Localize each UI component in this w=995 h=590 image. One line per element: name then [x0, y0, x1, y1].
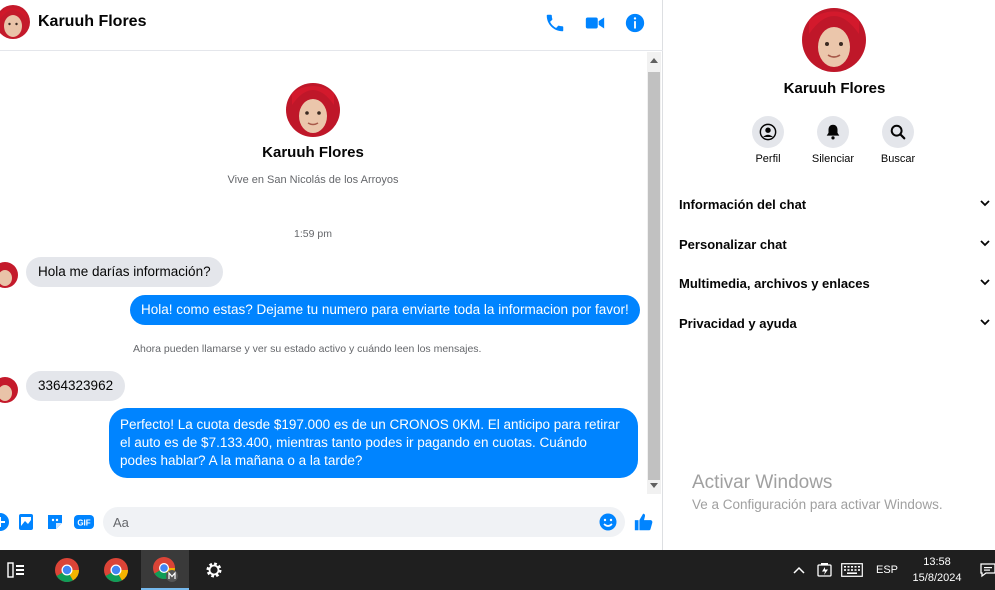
message-avatar — [0, 262, 18, 288]
search-icon — [882, 116, 914, 148]
message-avatar — [0, 377, 18, 403]
composer-bar: GIF — [0, 494, 663, 550]
profile-location: Vive en San Nicolás de los Arroyos — [227, 174, 399, 186]
chevron-down-icon — [979, 276, 991, 291]
profile-name: Karuuh Flores — [262, 144, 364, 161]
chevron-down-icon — [979, 237, 991, 252]
scroll-up-arrow[interactable] — [650, 58, 658, 63]
chevron-down-icon — [979, 316, 991, 331]
incoming-message: 3364323962 — [26, 371, 126, 401]
incoming-message: Hola me darías información? — [26, 257, 223, 287]
chat-pane: Karuuh Flores Karuuh Flores Vive en San … — [0, 0, 663, 550]
scrollbar-thumb[interactable] — [648, 72, 660, 480]
profile-action-label: Perfil — [755, 153, 781, 165]
battery-icon[interactable] — [816, 550, 834, 590]
keyboard-icon[interactable] — [841, 550, 863, 590]
contact-avatar[interactable] — [0, 5, 30, 39]
conversation-info-panel: Karuuh Flores Perfil Silenciar Buscar In… — [664, 0, 995, 550]
info-contact-name: Karuuh Flores — [783, 80, 886, 97]
clock-time: 13:58 — [923, 556, 951, 568]
scroll-down-arrow[interactable] — [650, 483, 658, 488]
chrome-profile-taskbar-icon[interactable] — [141, 550, 189, 590]
activate-windows-watermark: Activar Windows Ve a Configuración para … — [692, 472, 943, 512]
mute-action-label: Silenciar — [811, 153, 855, 165]
section-chat-info[interactable]: Información del chat — [679, 190, 991, 218]
message-timestamp: 1:59 pm — [294, 228, 332, 240]
gif-icon[interactable]: GIF — [73, 512, 95, 532]
more-actions-icon[interactable] — [0, 512, 10, 532]
bell-icon — [817, 116, 849, 148]
clock-date: 15/8/2024 — [912, 572, 962, 584]
contact-name[interactable]: Karuuh Flores — [38, 13, 146, 31]
mute-action[interactable]: Silenciar — [803, 116, 863, 165]
show-hidden-icons-chevron-up-icon[interactable] — [792, 550, 806, 590]
notifications-icon[interactable] — [980, 550, 995, 590]
photo-icon[interactable] — [16, 512, 36, 532]
chat-header: Karuuh Flores — [0, 0, 663, 51]
system-clock[interactable]: 13:58 15/8/2024 — [896, 554, 978, 586]
sticker-icon[interactable] — [45, 512, 65, 532]
section-label: Personalizar chat — [679, 236, 787, 252]
section-privacy-help[interactable]: Privacidad y ayuda — [679, 309, 991, 337]
message-thread[interactable]: Karuuh Flores Vive en San Nicolás de los… — [0, 52, 648, 494]
messenger-app: Karuuh Flores Karuuh Flores Vive en San … — [0, 0, 995, 550]
profile-action[interactable]: Perfil — [738, 116, 798, 165]
outgoing-message: Hola! como estas? Dejame tu numero para … — [130, 295, 640, 325]
section-label: Multimedia, archivos y enlaces — [679, 275, 870, 291]
emoji-icon[interactable] — [599, 513, 617, 531]
video-call-icon[interactable] — [584, 12, 606, 34]
phone-call-icon[interactable] — [544, 12, 566, 34]
outgoing-message: Perfecto! La cuota desde $197.000 es de … — [109, 408, 638, 478]
search-action-label: Buscar — [880, 153, 916, 165]
search-action[interactable]: Buscar — [868, 116, 928, 165]
gif-label: GIF — [77, 519, 90, 528]
message-input[interactable] — [113, 507, 593, 537]
like-icon[interactable] — [633, 511, 653, 531]
section-label: Información del chat — [679, 196, 807, 212]
section-label: Privacidad y ayuda — [679, 315, 797, 331]
message-input-wrapper — [103, 507, 625, 537]
task-view-icon[interactable] — [0, 550, 40, 590]
settings-gear-icon[interactable] — [190, 550, 238, 590]
profile-icon — [752, 116, 784, 148]
system-notice: Ahora pueden llamarse y ver su estado ac… — [133, 343, 482, 355]
section-media-files[interactable]: Multimedia, archivos y enlaces — [679, 269, 991, 297]
info-icon[interactable] — [624, 12, 646, 34]
info-avatar[interactable] — [802, 8, 866, 72]
windows-taskbar: ESP 13:58 15/8/2024 — [0, 550, 995, 590]
input-language[interactable]: ESP — [876, 550, 898, 590]
chat-scrollbar[interactable] — [647, 52, 661, 494]
watermark-subtitle: Ve a Configuración para activar Windows. — [692, 497, 943, 512]
chevron-down-icon — [979, 197, 991, 212]
chrome-taskbar-icon[interactable] — [92, 550, 140, 590]
section-customize-chat[interactable]: Personalizar chat — [679, 230, 991, 258]
profile-avatar[interactable] — [286, 83, 340, 137]
watermark-title: Activar Windows — [692, 472, 833, 493]
chrome-taskbar-icon[interactable] — [43, 550, 91, 590]
